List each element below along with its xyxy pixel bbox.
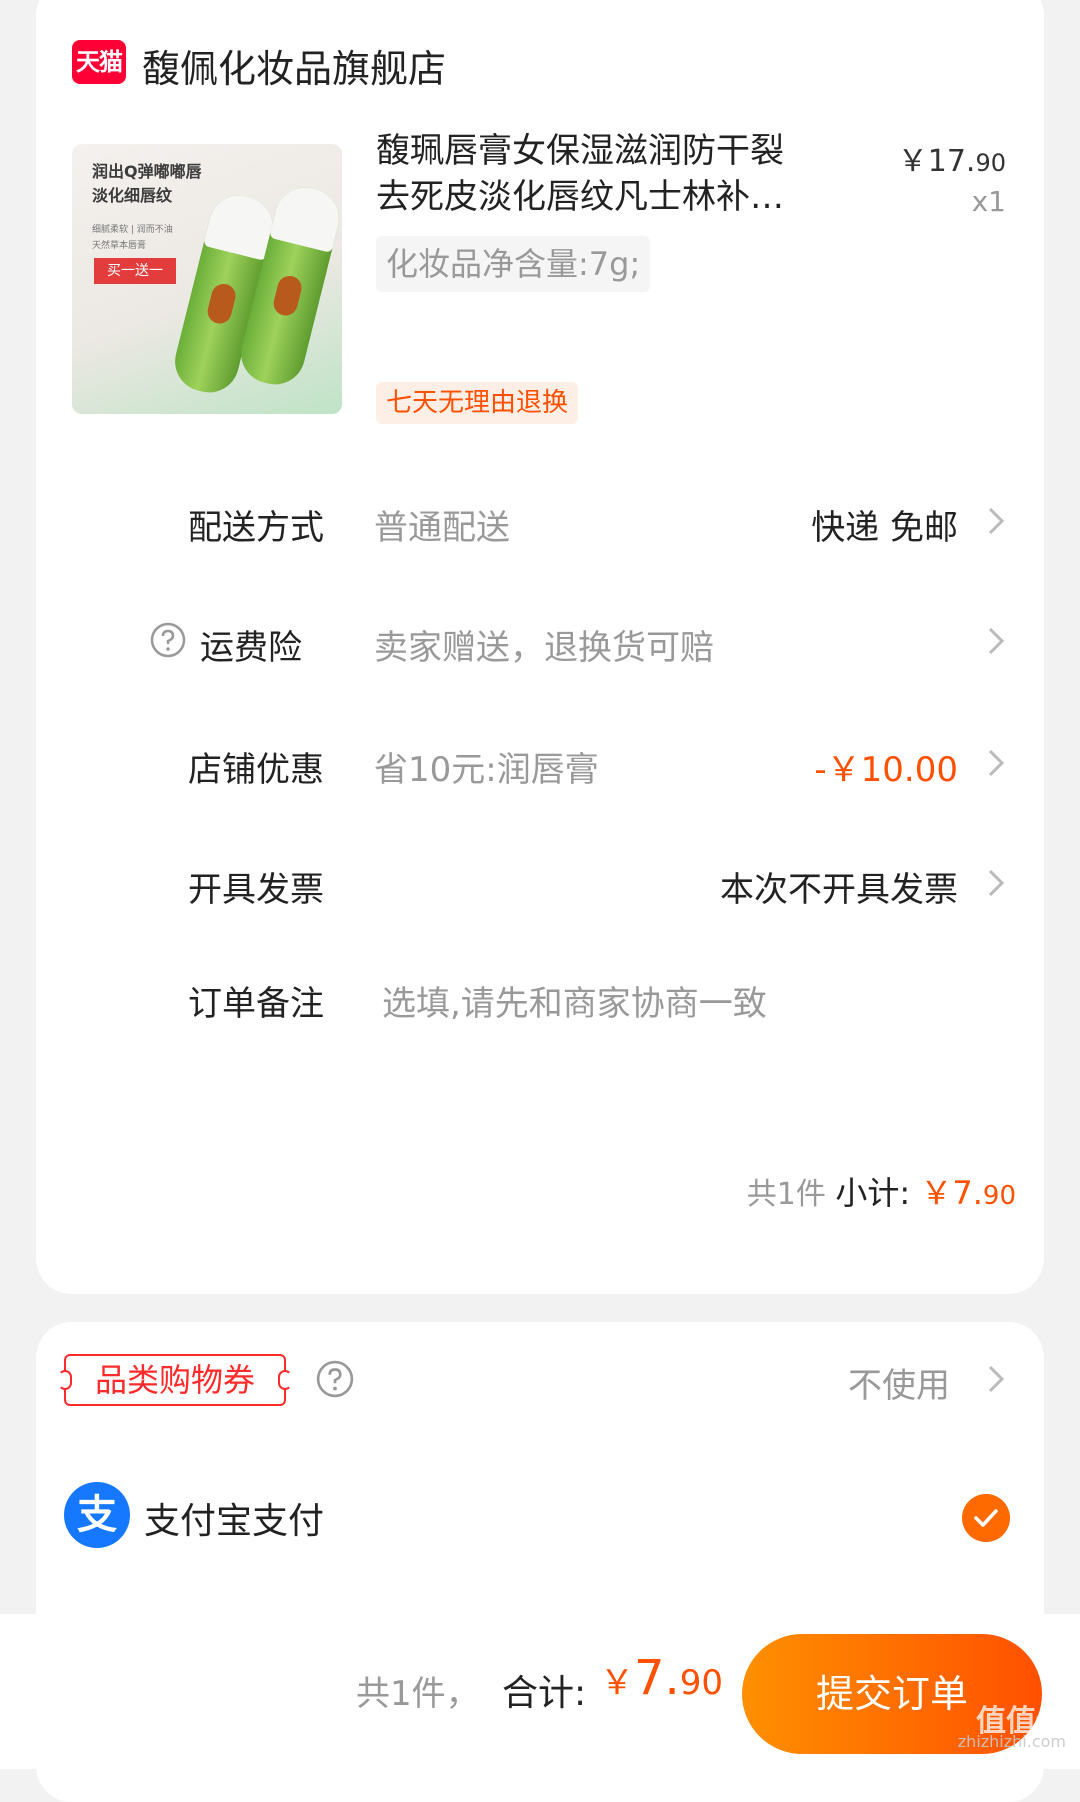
- total-label: 合计:: [502, 1673, 587, 1714]
- product-image-headline: 润出Q弹嘟嘟唇: [92, 162, 202, 181]
- delivery-value: 普通配送: [374, 508, 510, 548]
- product-image-subheadline: 淡化细唇纹: [92, 186, 173, 205]
- shop-name[interactable]: 馥佩化妆品旗舰店: [142, 38, 446, 93]
- chevron-right-icon[interactable]: [986, 1364, 1006, 1394]
- delivery-label: 配送方式: [188, 508, 324, 548]
- insurance-value: 卖家赠送，退换货可赔: [374, 628, 714, 668]
- invoice-row[interactable]: 开具发票 本次不开具发票: [36, 842, 1044, 922]
- delivery-right: 快递 免邮: [811, 508, 958, 548]
- watermark-url: zhizhizhi.com: [957, 1732, 1066, 1751]
- product-quantity: x1: [971, 185, 1006, 218]
- check-circle-icon[interactable]: [962, 1494, 1010, 1542]
- coupon-value[interactable]: 不使用: [848, 1358, 950, 1407]
- discount-amount: -￥10.00: [814, 750, 958, 790]
- product-image-caption: 细腻柔软 | 润而不油: [92, 225, 173, 235]
- discount-value: 省10元:润唇膏: [374, 750, 599, 790]
- product-image-promo-tag: 买一送一: [94, 258, 176, 284]
- product-title[interactable]: 馥珮唇膏女保湿滋润防干裂去死皮淡化唇纹凡士林补水学…: [376, 128, 796, 220]
- store-discount-row[interactable]: 店铺优惠 省10元:润唇膏 -￥10.00: [36, 722, 1044, 802]
- tmall-logo-icon: 天猫: [72, 40, 126, 84]
- chevron-right-icon: [988, 507, 1005, 535]
- chevron-right-icon: [988, 869, 1005, 897]
- category-coupon-badge: 品类购物券: [58, 1354, 292, 1406]
- total-amount: ￥7.90: [600, 1650, 724, 1706]
- alipay-icon: 支: [64, 1482, 130, 1548]
- total-count: 共1件，: [356, 1674, 480, 1714]
- question-circle-icon[interactable]: [150, 622, 186, 658]
- subtotal-amount: ￥7.90: [920, 1174, 1016, 1212]
- subtotal-count: 共1件: [746, 1177, 836, 1212]
- chevron-right-icon: [988, 627, 1005, 655]
- payment-method-label[interactable]: 支付宝支付: [144, 1492, 324, 1544]
- product-image[interactable]: 润出Q弹嘟嘟唇 淡化细唇纹 细腻柔软 | 润而不油 天然草本唇膏 买一送一: [72, 144, 342, 414]
- subtotal: 共1件 小计: ￥7.90: [747, 1168, 1016, 1214]
- delivery-row[interactable]: 配送方式 普通配送 快递 免邮: [36, 480, 1044, 560]
- return-policy-badge: 七天无理由退换: [376, 382, 579, 424]
- order-note-row: 订单备注 选填,请先和商家协商一致: [36, 956, 1044, 1036]
- discount-label: 店铺优惠: [188, 750, 324, 790]
- product-sku: 化妆品净含量:7g;: [376, 236, 651, 292]
- insurance-label: 运费险: [200, 628, 302, 668]
- subtotal-label: 小计:: [835, 1174, 921, 1212]
- shop-order-card: 天猫 馥佩化妆品旗舰店 润出Q弹嘟嘟唇 淡化细唇纹 细腻柔软 | 润而不油 天然…: [36, 0, 1044, 1294]
- product-image-caption: 天然草本唇膏: [92, 241, 147, 251]
- chevron-right-icon: [988, 749, 1005, 777]
- product-price: ￥17.90: [897, 144, 1006, 179]
- order-note-label: 订单备注: [188, 984, 324, 1024]
- invoice-label: 开具发票: [188, 870, 324, 910]
- invoice-value: 本次不开具发票: [720, 870, 958, 910]
- shipping-insurance-row[interactable]: 运费险 卖家赠送，退换货可赔: [36, 600, 1044, 680]
- order-note-input[interactable]: 选填,请先和商家协商一致: [382, 976, 767, 1025]
- checkout-bar: 共1件， 合计: ￥7.90 提交订单 值值值 zhizhizhi.com: [0, 1614, 1080, 1769]
- question-circle-icon[interactable]: [316, 1360, 354, 1398]
